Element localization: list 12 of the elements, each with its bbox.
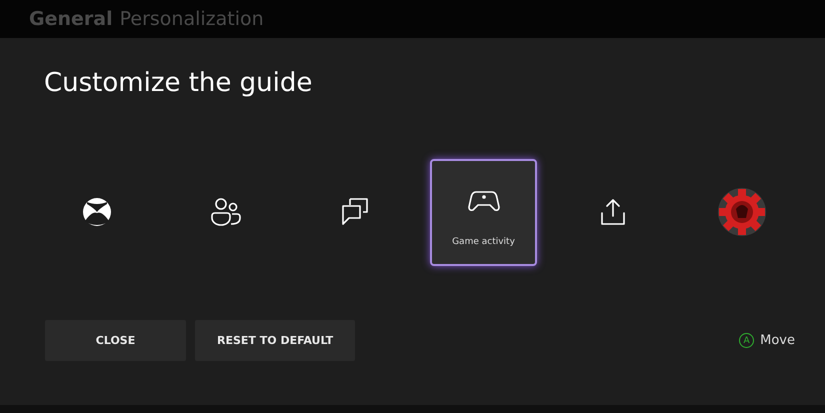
page-title: Customize the guide	[43, 67, 314, 100]
gear-emblem-icon	[716, 187, 766, 237]
people-icon	[210, 197, 242, 227]
close-button[interactable]: CLOSE	[45, 320, 186, 361]
chat-bubbles-icon	[340, 197, 370, 227]
reset-button[interactable]: RESET TO DEFAULT	[195, 320, 356, 361]
xbox-logo-icon	[82, 197, 112, 227]
hint-label: Move	[760, 333, 795, 348]
a-button-hint-icon: A	[739, 333, 754, 348]
guide-slot[interactable]: Game activity	[430, 158, 537, 266]
controller-icon	[468, 189, 500, 213]
slot-label: Game activity	[452, 237, 515, 247]
